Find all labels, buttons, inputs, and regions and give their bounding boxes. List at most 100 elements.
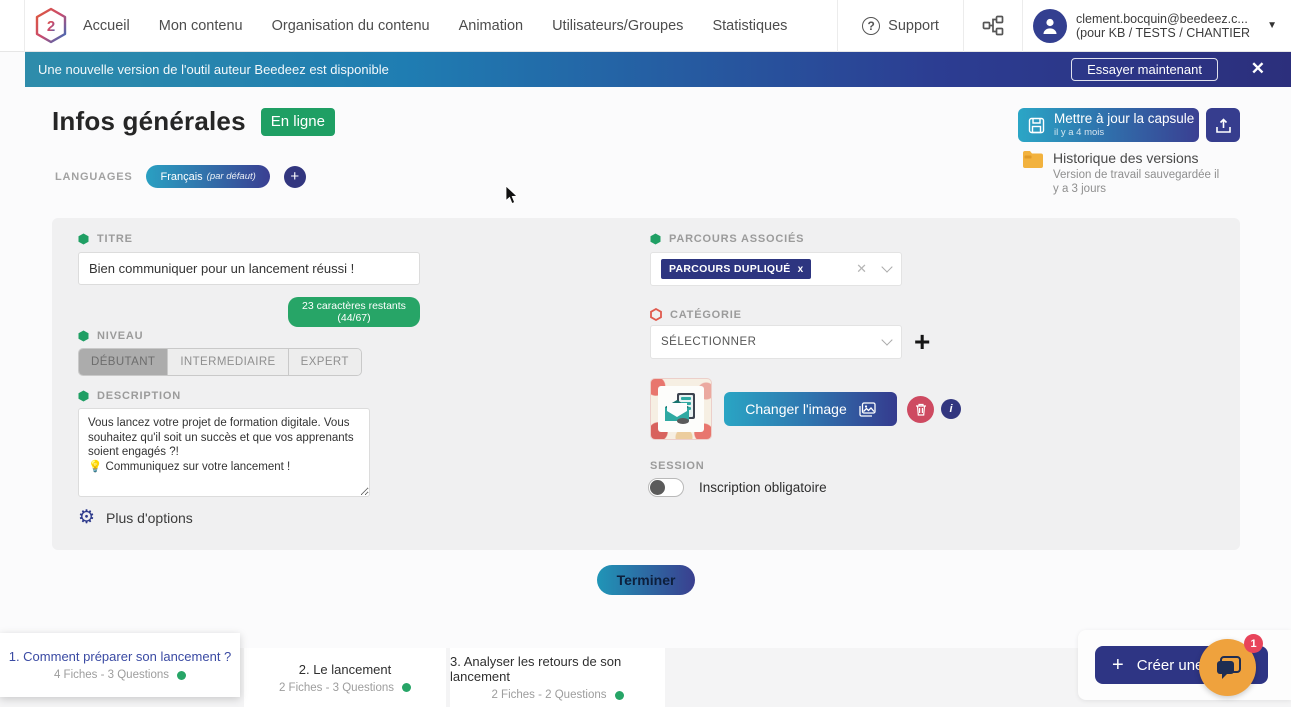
change-image-label: Changer l'image	[745, 401, 847, 417]
update-capsule-label: Mettre à jour la capsule	[1054, 112, 1194, 125]
version-history[interactable]: Historique des versions Version de trava…	[1022, 150, 1237, 196]
main-menu: Accueil Mon contenu Organisation du cont…	[83, 18, 787, 34]
nav-item-statistiques[interactable]: Statistiques	[712, 18, 787, 34]
categorie-label-row: CATÉGORIE	[650, 308, 742, 321]
chapter-tab-1[interactable]: 1. Comment préparer son lancement ? 4 Fi…	[0, 633, 240, 697]
titre-label-row: TITRE	[78, 233, 133, 245]
remove-tag-icon[interactable]: x	[798, 264, 804, 275]
change-image-button[interactable]: Changer l'image	[724, 392, 897, 426]
upload-icon	[1215, 117, 1232, 134]
categorie-selected-value: SÉLECTIONNER	[661, 336, 756, 348]
beedeez-logo-icon[interactable]: 2	[34, 7, 70, 45]
terminer-button[interactable]: Terminer	[597, 565, 695, 595]
status-dot-icon	[615, 691, 624, 700]
titre-label: TITRE	[97, 233, 133, 245]
update-capsule-time: il y a 4 mois	[1054, 126, 1194, 139]
description-label: DESCRIPTION	[97, 390, 181, 402]
support-button[interactable]: ? Support	[837, 0, 963, 52]
close-icon[interactable]: ✕	[1251, 59, 1265, 79]
capsule-illustration	[661, 389, 701, 429]
parcours-label: PARCOURS ASSOCIÉS	[669, 233, 804, 245]
categorie-label: CATÉGORIE	[670, 309, 742, 321]
niveau-option-intermediaire[interactable]: INTERMEDIAIRE	[168, 349, 288, 375]
hierarchy-button[interactable]	[963, 0, 1022, 52]
chapter-meta: 2 Fiches - 3 Questions	[279, 682, 411, 694]
niveau-label-row: NIVEAU	[78, 330, 143, 342]
niveau-segmented-control: DÉBUTANT INTERMEDIAIRE EXPERT	[78, 348, 362, 376]
history-title: Historique des versions	[1053, 150, 1223, 166]
chapter-tab-2[interactable]: 2. Le lancement 2 Fiches - 3 Questions	[244, 648, 446, 707]
export-button[interactable]	[1206, 108, 1240, 142]
nav-item-accueil[interactable]: Accueil	[83, 18, 130, 34]
org-chart-icon	[981, 14, 1005, 38]
languages-row: LANGUAGES Français (par défaut) +	[55, 165, 306, 188]
parcours-select[interactable]: PARCOURS DUPLIQUÉ x ✕	[650, 252, 902, 286]
clear-select-icon[interactable]: ✕	[856, 261, 867, 277]
red-hexagon-icon	[650, 308, 662, 321]
update-capsule-button[interactable]: Mettre à jour la capsule il y a 4 mois	[1018, 108, 1199, 142]
chapter-tab-3[interactable]: 3. Analyser les retours de son lancement…	[450, 648, 665, 707]
nav-right-section: ? Support clement.bocquin@bee	[837, 0, 1291, 52]
user-organization: (pour KB / TESTS / CHANTIER	[1076, 26, 1250, 40]
help-question-icon: ?	[862, 17, 880, 35]
chapter-meta-text: 4 Fiches - 3 Questions	[54, 669, 169, 681]
image-icon	[859, 402, 876, 417]
nav-item-animation[interactable]: Animation	[459, 18, 523, 34]
categorie-select[interactable]: SÉLECTIONNER	[650, 325, 902, 359]
nav-item-mon-contenu[interactable]: Mon contenu	[159, 18, 243, 34]
chapter-meta: 2 Fiches - 2 Questions	[491, 689, 623, 701]
add-language-button[interactable]: +	[284, 166, 306, 188]
chevron-down-icon[interactable]	[881, 261, 892, 272]
add-categorie-button[interactable]: +	[914, 325, 930, 359]
chapter-title: 3. Analyser les retours de son lancement	[450, 654, 665, 684]
delete-image-button[interactable]	[907, 396, 934, 423]
inscription-toggle[interactable]	[648, 478, 684, 497]
history-subtitle: Version de travail sauvegardée il y a 3 …	[1053, 169, 1223, 196]
titre-input[interactable]	[78, 252, 420, 285]
chapter-title: 2. Le lancement	[299, 662, 392, 677]
language-pill-francais[interactable]: Français (par défaut)	[146, 165, 269, 188]
languages-label: LANGUAGES	[55, 171, 132, 183]
nav-item-utilisateurs[interactable]: Utilisateurs/Groupes	[552, 18, 683, 34]
status-badge: En ligne	[261, 108, 335, 136]
description-label-row: DESCRIPTION	[78, 390, 181, 402]
chapter-title: 1. Comment préparer son lancement ?	[9, 649, 232, 664]
green-hexagon-icon	[650, 233, 661, 245]
parcours-tag[interactable]: PARCOURS DUPLIQUÉ x	[661, 259, 811, 279]
user-identity: clement.bocquin@beedeez.c... (pour KB / …	[1076, 12, 1250, 40]
parcours-label-row: PARCOURS ASSOCIÉS	[650, 233, 804, 245]
update-notification-banner: Une nouvelle version de l'outil auteur B…	[25, 52, 1291, 87]
niveau-option-expert[interactable]: EXPERT	[289, 349, 361, 375]
banner-message: Une nouvelle version de l'outil auteur B…	[38, 62, 389, 77]
more-options-button[interactable]: ⚙ Plus d'options	[78, 508, 193, 527]
niveau-label: NIVEAU	[97, 330, 143, 342]
info-icon[interactable]: i	[941, 399, 961, 419]
folder-icon	[1022, 150, 1044, 169]
status-dot-icon	[402, 683, 411, 692]
niveau-option-debutant[interactable]: DÉBUTANT	[79, 349, 168, 375]
green-hexagon-icon	[78, 390, 89, 402]
capsule-image-thumbnail[interactable]	[650, 378, 712, 440]
session-toggle-row: Inscription obligatoire	[648, 478, 827, 497]
language-default-note: (par défaut)	[207, 171, 256, 182]
user-email: clement.bocquin@beedeez.c...	[1076, 12, 1250, 26]
chat-icon	[1214, 655, 1242, 681]
plus-icon: +	[1112, 654, 1124, 677]
green-hexagon-icon	[78, 330, 89, 342]
chapter-meta: 4 Fiches - 3 Questions	[54, 669, 186, 681]
notification-badge: 1	[1244, 634, 1263, 653]
user-menu[interactable]: clement.bocquin@beedeez.c... (pour KB / …	[1022, 0, 1291, 52]
parcours-tag-label: PARCOURS DUPLIQUÉ	[669, 263, 791, 275]
language-name: Français	[160, 171, 202, 183]
char-counter-badge: 23 caractères restants (44/67)	[288, 297, 420, 327]
session-label: SESSION	[650, 460, 705, 472]
more-options-label: Plus d'options	[106, 510, 193, 526]
trash-icon	[915, 403, 927, 416]
nav-item-organisation[interactable]: Organisation du contenu	[272, 18, 430, 34]
chevron-down-icon[interactable]	[881, 334, 892, 345]
chevron-down-icon: ▼	[1267, 20, 1277, 31]
description-textarea[interactable]: Vous lancez votre projet de formation di…	[78, 408, 370, 497]
page-header: Infos générales En ligne	[52, 106, 335, 137]
try-now-button[interactable]: Essayer maintenant	[1071, 58, 1218, 81]
general-info-panel: TITRE 23 caractères restants (44/67) NIV…	[52, 218, 1240, 550]
